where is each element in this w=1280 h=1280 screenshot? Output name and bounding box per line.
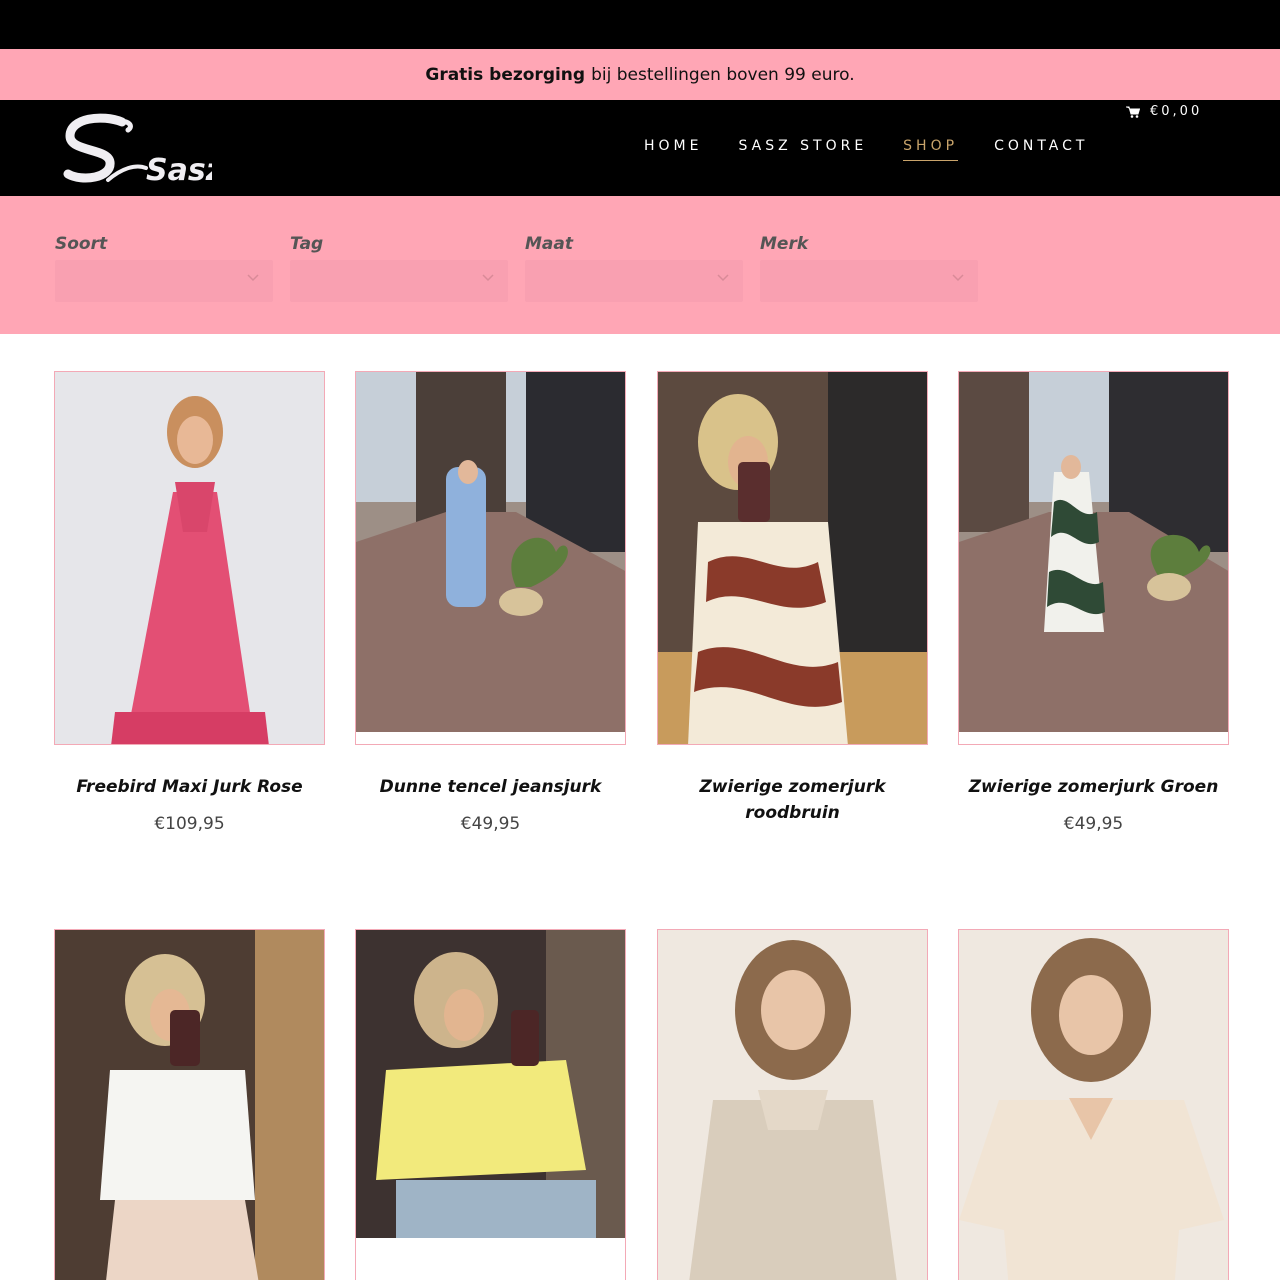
promo-bold: Gratis bezorging	[425, 64, 586, 85]
product-image[interactable]	[54, 371, 325, 745]
logo-text: Sasz	[146, 153, 212, 188]
logo[interactable]: Sasz	[62, 112, 224, 188]
product-price: €49,95	[460, 814, 521, 834]
product-image[interactable]	[657, 929, 928, 1280]
product-image[interactable]	[958, 929, 1229, 1280]
product-image[interactable]	[355, 929, 626, 1280]
filter-label: Tag	[290, 234, 324, 254]
filter-merk: Merk	[760, 234, 978, 302]
cart-icon	[1126, 106, 1140, 118]
filter-soort-select[interactable]	[55, 260, 273, 302]
product-name[interactable]: Zwierige zomerjurk Groen	[958, 774, 1229, 800]
product-image[interactable]	[657, 371, 928, 745]
nav-shop[interactable]: SHOP	[903, 138, 959, 161]
product-image[interactable]	[355, 371, 626, 745]
logo-mark: Sasz	[63, 113, 224, 188]
nav-sasz-store[interactable]: SASZ STORE	[738, 138, 867, 161]
promo-text: bij bestellingen boven 99 euro.	[591, 64, 855, 85]
nav-contact[interactable]: CONTACT	[994, 138, 1088, 161]
site-header: Sasz €0,00 HOME SASZ STORE SHOP CONTACT	[0, 100, 1280, 196]
main-nav: HOME SASZ STORE SHOP CONTACT	[644, 138, 1124, 161]
filter-bar: Soort Tag Maat Merk	[0, 196, 1280, 334]
filter-tag-select[interactable]	[290, 260, 508, 302]
filter-merk-select[interactable]	[760, 260, 978, 302]
top-bar	[0, 0, 1280, 49]
nav-home[interactable]: HOME	[644, 138, 702, 161]
filter-maat: Maat	[525, 234, 743, 302]
filter-label: Soort	[55, 234, 108, 254]
filter-maat-select[interactable]	[525, 260, 743, 302]
filter-tag: Tag	[290, 234, 508, 302]
product-name[interactable]: Zwierige zomerjurk roodbruin	[657, 774, 928, 826]
cart-link[interactable]: €0,00	[1126, 104, 1202, 119]
product-name[interactable]: Freebird Maxi Jurk Rose	[54, 774, 325, 800]
chevron-down-icon	[247, 274, 259, 282]
chevron-down-icon	[482, 274, 494, 282]
product-price: €109,95	[154, 814, 225, 834]
filter-label: Maat	[525, 234, 573, 254]
product-image[interactable]	[54, 929, 325, 1280]
product-image[interactable]	[958, 371, 1229, 745]
chevron-down-icon	[952, 274, 964, 282]
filter-soort: Soort	[55, 234, 273, 302]
filter-label: Merk	[760, 234, 809, 254]
product-name[interactable]: Dunne tencel jeansjurk	[355, 774, 626, 800]
product-price: €49,95	[1063, 814, 1124, 834]
promo-banner: Gratis bezorging bij bestellingen boven …	[0, 49, 1280, 100]
cart-total: €0,00	[1150, 104, 1203, 119]
chevron-down-icon	[717, 274, 729, 282]
